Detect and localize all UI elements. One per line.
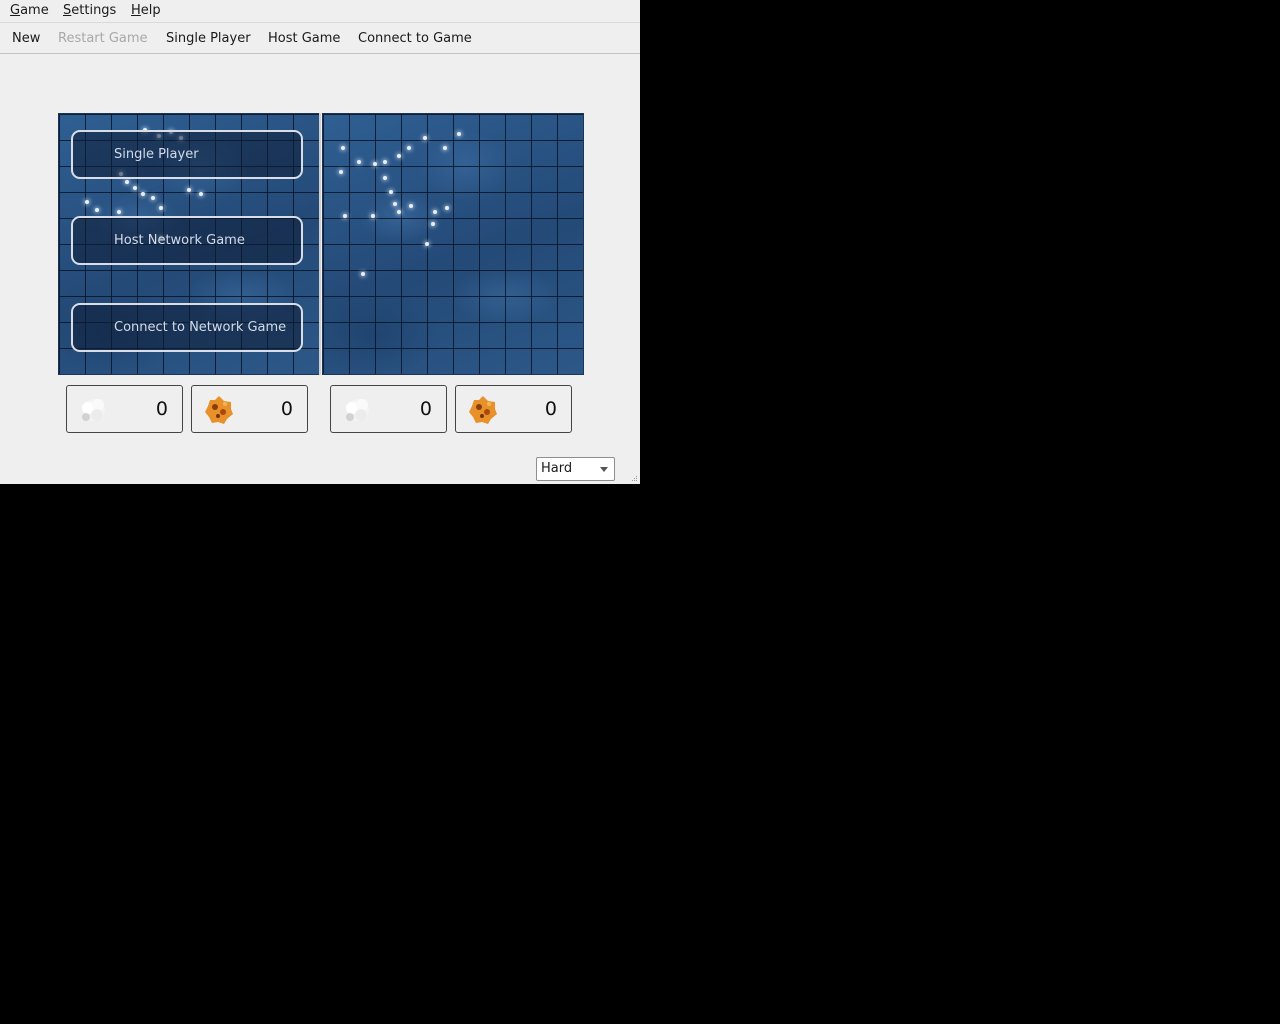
sparkle: [407, 146, 411, 150]
connect-network-overlay-button[interactable]: Connect to Network Game: [71, 303, 303, 352]
grip-dot: [634, 480, 635, 481]
sparkle: [373, 162, 377, 166]
connect-network-overlay-label: Connect to Network Game: [114, 320, 287, 335]
app-window: Game Settings Help New Restart Game Sing…: [0, 0, 640, 484]
resize-grip[interactable]: [630, 474, 638, 482]
sparkle: [133, 186, 137, 190]
toolbar-connect-button[interactable]: Connect to Game: [358, 31, 472, 47]
grip-dot: [636, 480, 637, 481]
sparkle: [371, 214, 375, 218]
sparkle: [187, 188, 191, 192]
single-player-overlay-label: Single Player: [114, 147, 199, 162]
chevron-down-icon: [600, 467, 608, 472]
board-divider: [319, 113, 321, 375]
sparkle: [361, 272, 365, 276]
sparkle: [151, 196, 155, 200]
sparkle: [443, 146, 447, 150]
grip-dot: [632, 480, 633, 481]
host-network-overlay-button[interactable]: Host Network Game: [71, 216, 303, 265]
toolbar-restart-button[interactable]: Restart Game: [58, 31, 148, 47]
grip-dot: [636, 476, 637, 477]
toolbar-new-button[interactable]: New: [12, 31, 40, 47]
menu-help-rest: elp: [140, 3, 161, 18]
difficulty-select[interactable]: Hard: [536, 457, 615, 481]
sparkle: [357, 160, 361, 164]
sparkle: [409, 204, 413, 208]
sparkle: [341, 146, 345, 150]
sparkle: [159, 206, 163, 210]
sparkle: [141, 192, 145, 196]
player2-miss-count: 0: [419, 398, 432, 420]
sparkle: [445, 206, 449, 210]
menu-help-mnemonic: H: [131, 3, 141, 18]
menu-game-mnemonic: G: [10, 3, 21, 18]
difficulty-value: Hard: [541, 461, 573, 476]
player2-hit-count: 0: [544, 398, 557, 420]
sparkle: [383, 160, 387, 164]
sparkle: [389, 190, 393, 194]
player1-hit-counter: 0: [191, 385, 308, 433]
sparkle: [95, 208, 99, 212]
sparkle: [457, 132, 461, 136]
sparkle: [125, 180, 129, 184]
toolbar: New Restart Game Single Player Host Game…: [0, 22, 640, 54]
menu-help[interactable]: Help: [131, 3, 161, 19]
sparkle: [397, 210, 401, 214]
toolbar-single-player-button[interactable]: Single Player: [166, 31, 251, 47]
sparkle: [199, 192, 203, 196]
sparkle: [423, 136, 427, 140]
fire-hit-icon: [469, 396, 497, 424]
sparkle: [425, 242, 429, 246]
menu-game-rest: ame: [20, 3, 49, 18]
fire-hit-icon: [205, 396, 233, 424]
menu-game[interactable]: Game: [10, 3, 49, 19]
grip-dot: [636, 478, 637, 479]
single-player-overlay-button[interactable]: Single Player: [71, 130, 303, 179]
sparkle: [393, 202, 397, 206]
player-board[interactable]: Single Player Host Network Game Connect …: [58, 113, 320, 375]
sparkle: [117, 210, 121, 214]
sparkle: [383, 176, 387, 180]
menubar: Game Settings Help: [0, 0, 640, 22]
opponent-board[interactable]: [322, 113, 584, 375]
splash-miss-icon: [82, 399, 105, 421]
sparkle: [343, 214, 347, 218]
sparkle: [397, 154, 401, 158]
toolbar-host-game-button[interactable]: Host Game: [268, 31, 340, 47]
menu-settings[interactable]: Settings: [63, 3, 116, 19]
menu-settings-rest: ettings: [71, 3, 117, 18]
sparkle: [431, 222, 435, 226]
host-network-overlay-label: Host Network Game: [114, 233, 245, 248]
player1-miss-counter: 0: [66, 385, 183, 433]
player1-hit-count: 0: [280, 398, 293, 420]
player2-hit-counter: 0: [455, 385, 572, 433]
sparkle: [339, 170, 343, 174]
sparkle: [433, 210, 437, 214]
player1-miss-count: 0: [155, 398, 168, 420]
player2-miss-counter: 0: [330, 385, 447, 433]
sparkle: [85, 200, 89, 204]
grip-dot: [634, 478, 635, 479]
splash-miss-icon: [346, 399, 369, 421]
